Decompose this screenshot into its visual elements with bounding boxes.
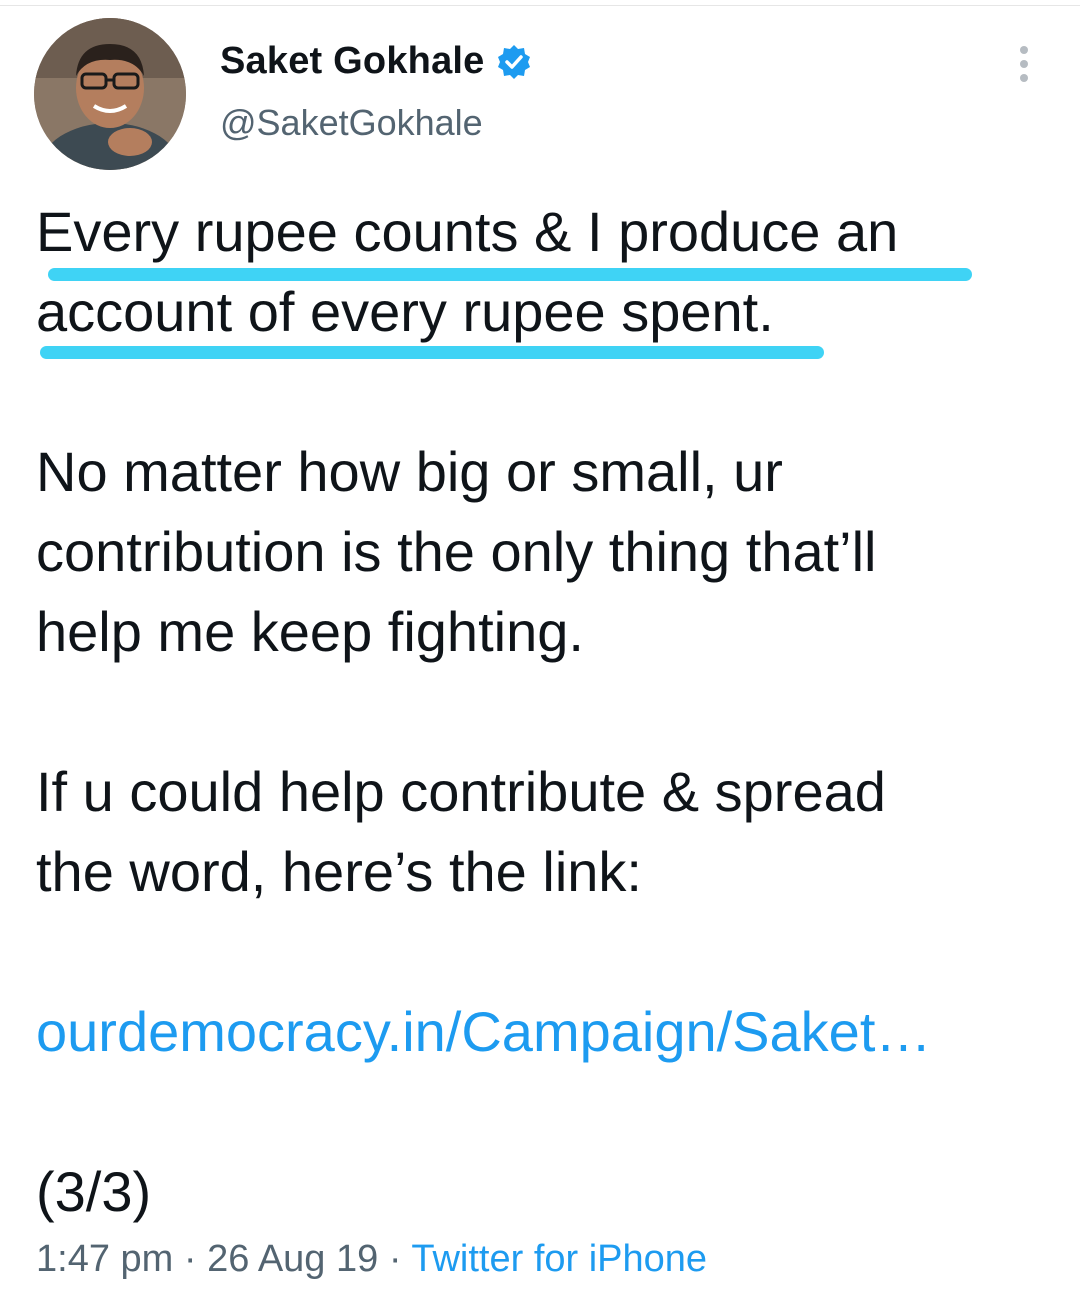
author-handle[interactable]: @SaketGokhale	[220, 102, 483, 144]
thread-count: (3/3)	[36, 1160, 152, 1223]
highlight-underline-1	[48, 268, 972, 281]
avatar[interactable]	[34, 18, 186, 170]
tweet-line-3: No matter how big or small, ur	[36, 440, 783, 503]
author-name[interactable]: Saket Gokhale	[220, 40, 485, 83]
tweet-line-5: help me keep fighting.	[36, 600, 584, 663]
highlight-underline-2	[40, 346, 824, 359]
author-name-row[interactable]: Saket Gokhale	[220, 40, 533, 83]
campaign-link[interactable]: ourdemocracy.in/Campaign/Saket…	[36, 992, 1046, 1072]
tweet: Saket Gokhale @SaketGokhale Every rupee …	[0, 0, 1080, 1304]
tweet-line-2: account of every rupee spent.	[36, 280, 774, 343]
meta-separator: ·	[378, 1238, 412, 1280]
tweet-time[interactable]: 1:47 pm	[36, 1238, 173, 1280]
more-vertical-icon[interactable]	[1012, 44, 1036, 84]
tweet-source[interactable]: Twitter for iPhone	[411, 1238, 707, 1280]
tweet-line-7: the word, here’s the link:	[36, 840, 642, 903]
verified-badge-icon	[495, 43, 533, 81]
tweet-line-6: If u could help contribute & spread	[36, 760, 886, 823]
tweet-line-1: Every rupee counts & I produce an	[36, 200, 899, 263]
tweet-line-4: contribution is the only thing that’ll	[36, 520, 877, 583]
meta-separator: ·	[173, 1238, 208, 1280]
tweet-meta: 1:47 pm · 26 Aug 19 · Twitter for iPhone	[36, 1238, 707, 1281]
top-divider	[0, 0, 1080, 6]
tweet-date[interactable]: 26 Aug 19	[207, 1238, 378, 1280]
